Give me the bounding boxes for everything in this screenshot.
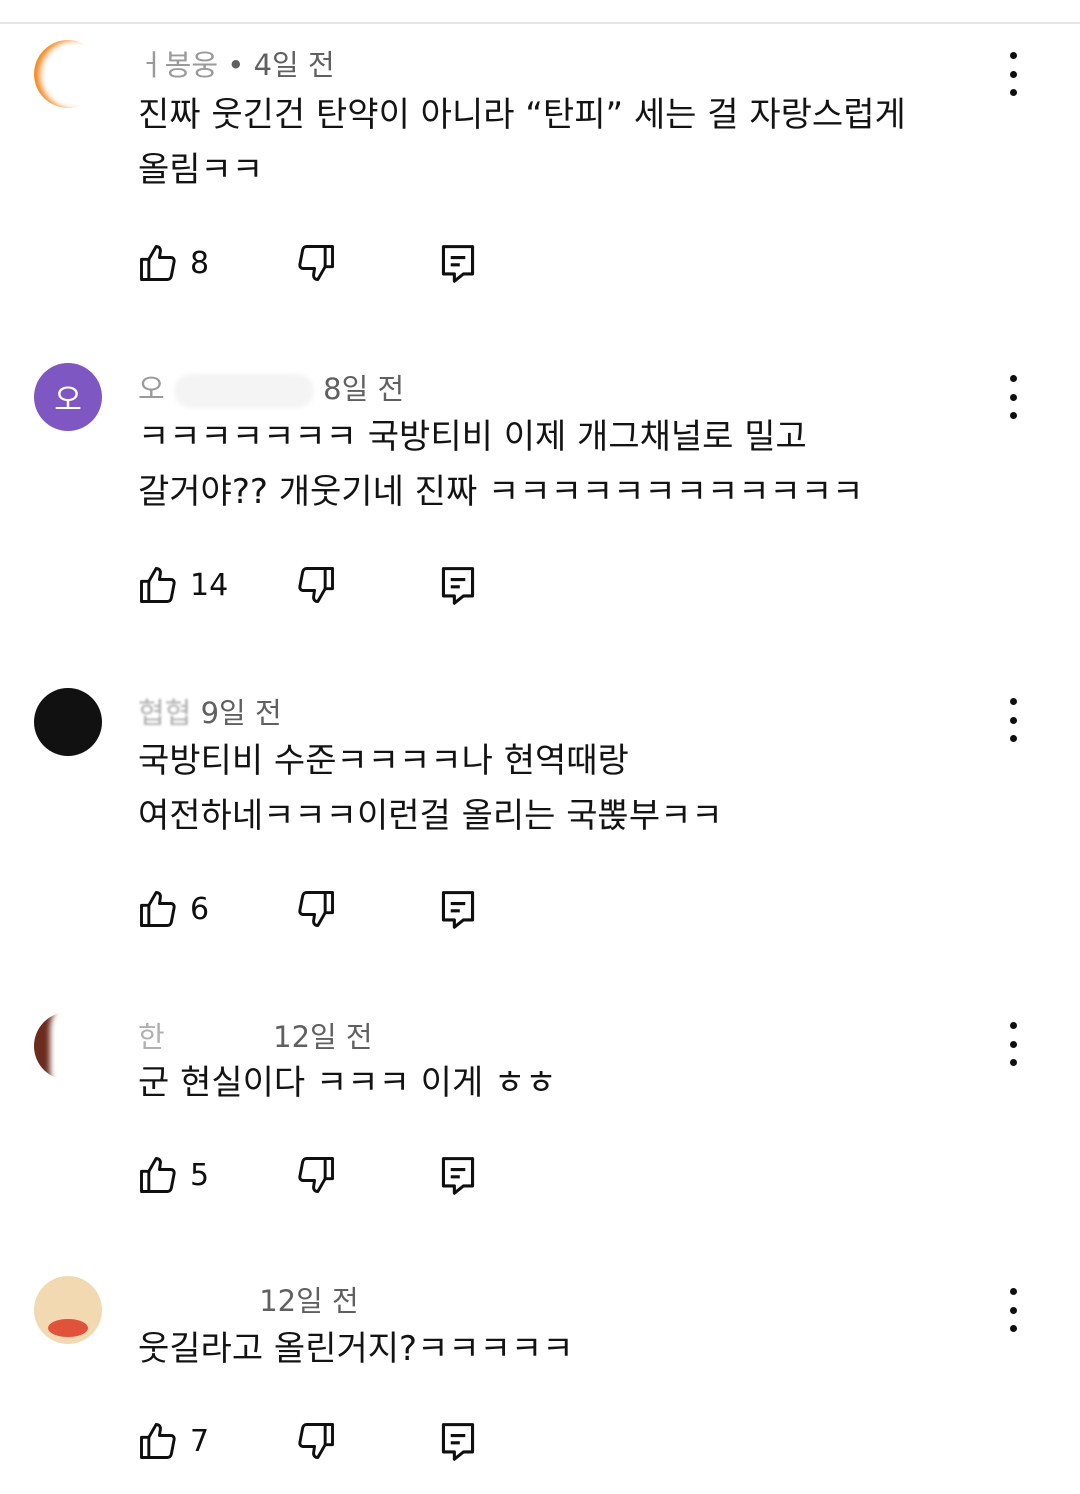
comment-meta: ㅓ봉웅 • 4일 전 — [138, 42, 335, 84]
like-count: 7 — [190, 1423, 210, 1459]
avatar[interactable] — [34, 1276, 102, 1344]
like-count: 8 — [190, 245, 210, 281]
reply-icon — [441, 567, 475, 605]
like-count: 6 — [190, 891, 210, 927]
comment-text: 웃길라고 올린거지?ㅋㅋㅋㅋㅋ — [138, 1329, 574, 1369]
like-button[interactable]: 14 — [136, 562, 228, 608]
reply-icon — [441, 891, 475, 929]
reply-button[interactable] — [438, 1152, 478, 1198]
more-vertical-icon[interactable] — [996, 1288, 1030, 1332]
avatar[interactable]: 오 — [34, 363, 102, 431]
comment-time: 12일 전 — [273, 1020, 373, 1054]
thumbs-down-icon — [298, 891, 334, 927]
thumbs-down-icon — [298, 1423, 334, 1459]
more-vertical-icon[interactable] — [996, 52, 1030, 96]
comment-time: 9일 전 — [200, 696, 282, 730]
reply-button[interactable] — [438, 1418, 478, 1464]
author-name[interactable]: 오 — [138, 372, 165, 406]
like-count: 5 — [190, 1157, 210, 1193]
comment-meta: 한 12일 전 — [138, 1014, 373, 1056]
thumbs-down-icon — [298, 245, 334, 281]
reply-button[interactable] — [438, 240, 478, 286]
thumbs-up-icon — [140, 1157, 176, 1193]
reply-icon — [441, 245, 475, 283]
like-count: 14 — [190, 567, 229, 603]
comment-meta: 12일 전 — [138, 1278, 359, 1320]
comment-time: • 4일 전 — [227, 48, 335, 82]
dislike-button[interactable] — [294, 886, 338, 932]
reply-button[interactable] — [438, 886, 478, 932]
like-button[interactable]: 5 — [136, 1152, 209, 1198]
more-vertical-icon[interactable] — [996, 375, 1030, 419]
author-name[interactable]: 한 — [138, 1020, 165, 1054]
thumbs-down-icon — [298, 567, 334, 603]
thumbs-up-icon — [140, 567, 176, 603]
comment-time: 12일 전 — [259, 1284, 359, 1318]
comment-text: ㅋㅋㅋㅋㅋㅋㅋ 국방티비 이제 개그채널로 밀고 갈거야?? 개웃기네 진짜 ㅋ… — [138, 417, 864, 512]
avatar-letter: 오 — [54, 383, 82, 418]
comment-meta: 오 8일 전 — [138, 366, 404, 408]
like-button[interactable]: 8 — [136, 240, 209, 286]
thumbs-up-icon — [140, 1423, 176, 1459]
author-name[interactable]: 협협 — [138, 696, 191, 730]
dislike-button[interactable] — [294, 562, 338, 608]
dislike-button[interactable] — [294, 240, 338, 286]
avatar[interactable] — [34, 688, 102, 756]
comment-meta: 협협 9일 전 — [138, 690, 282, 732]
more-vertical-icon[interactable] — [996, 698, 1030, 742]
reply-icon — [441, 1423, 475, 1461]
top-divider — [0, 0, 1080, 24]
like-button[interactable]: 6 — [136, 886, 209, 932]
reply-button[interactable] — [438, 562, 478, 608]
reply-icon — [441, 1157, 475, 1195]
comment-text: 진짜 웃긴건 탄약이 아니라 “탄피” 세는 걸 자랑스럽게 올림ㅋㅋ — [138, 95, 906, 190]
author-name[interactable]: ㅓ봉웅 — [138, 48, 218, 82]
thumbs-down-icon — [298, 1157, 334, 1193]
comment-time: 8일 전 — [323, 372, 405, 406]
comment-text: 국방티비 수준ㅋㅋㅋㅋ나 현역때랑 여전하네ㅋㅋㅋ이런걸 올리는 국뽅부ㅋㅋ — [138, 741, 723, 836]
like-button[interactable]: 7 — [136, 1418, 209, 1464]
dislike-button[interactable] — [294, 1152, 338, 1198]
thumbs-up-icon — [140, 245, 176, 281]
more-vertical-icon[interactable] — [996, 1022, 1030, 1066]
thumbs-up-icon — [140, 891, 176, 927]
comment-text: 군 현실이다 ㅋㅋㅋ 이게 ㅎㅎ — [138, 1063, 557, 1103]
dislike-button[interactable] — [294, 1418, 338, 1464]
